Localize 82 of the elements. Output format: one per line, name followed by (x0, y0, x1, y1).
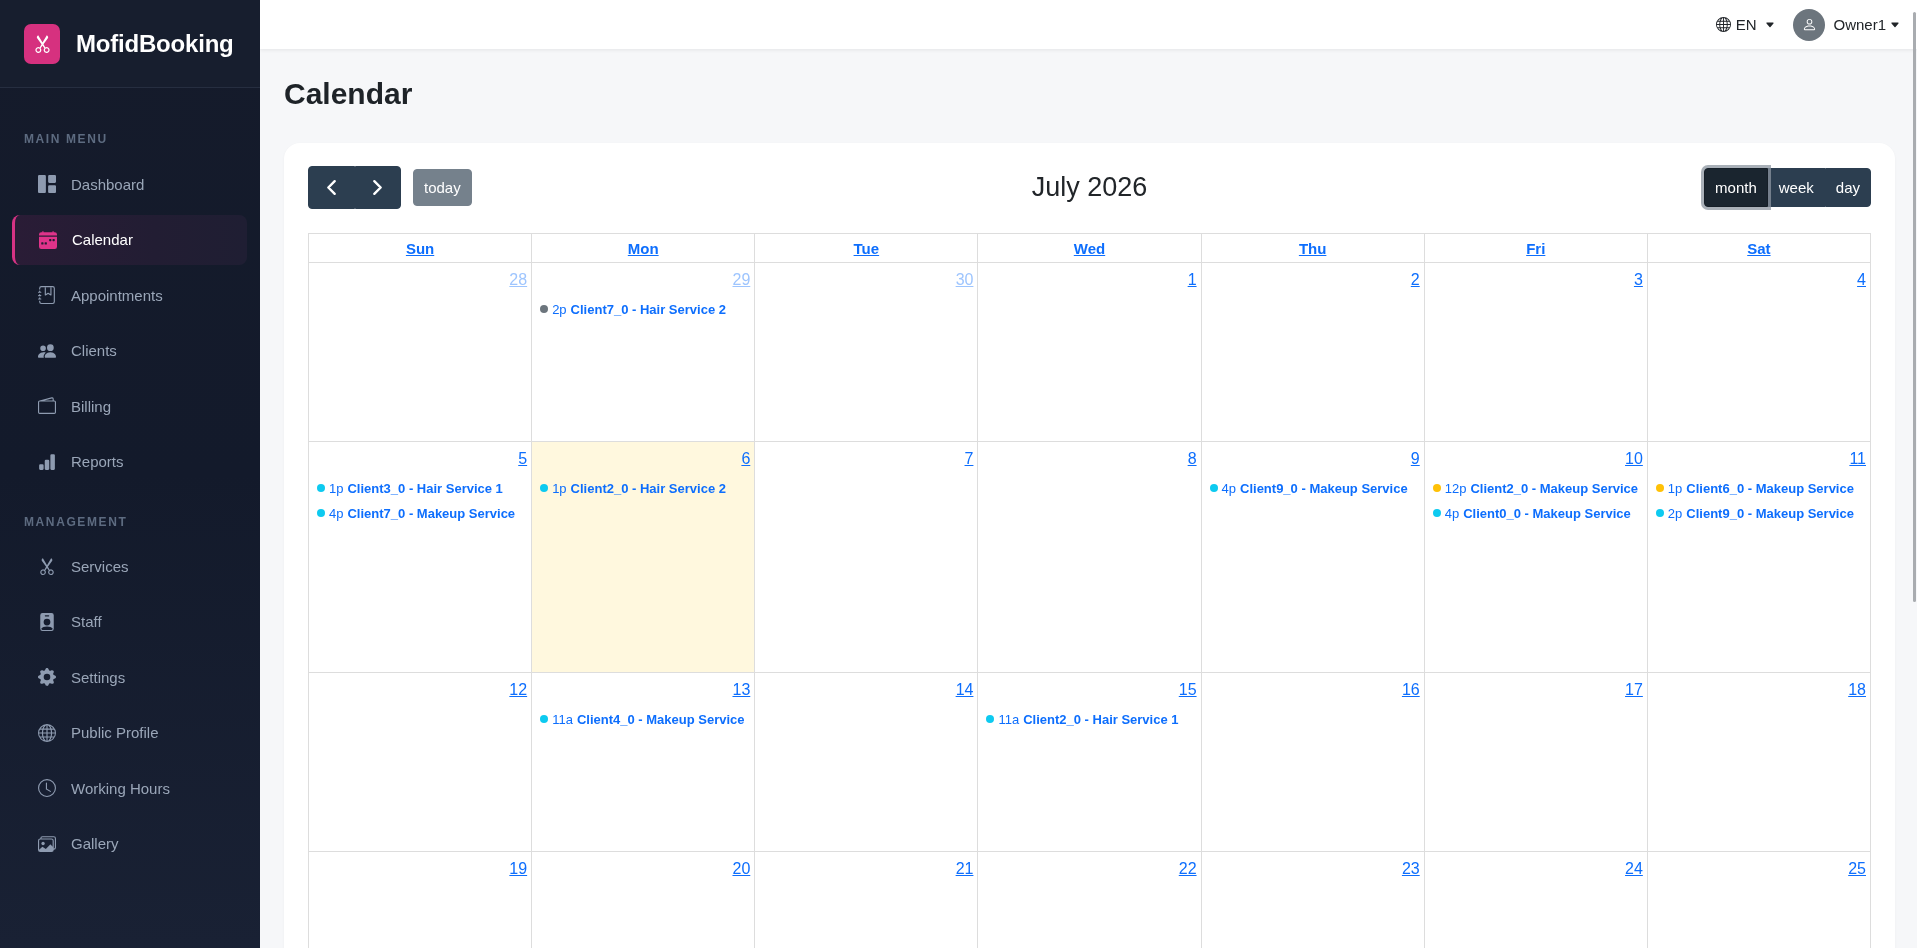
day-number-link[interactable]: 22 (1178, 860, 1197, 878)
calendar-event[interactable]: 1p Client6_0 - Makeup Service (1655, 477, 1854, 499)
calendar-event[interactable]: 2p Client7_0 - Hair Service 2 (540, 298, 726, 320)
day-number-link[interactable]: 13 (732, 681, 751, 699)
day-number-link[interactable]: 24 (1625, 860, 1643, 878)
day-number-link[interactable]: 3 (1633, 271, 1643, 289)
calendar-title: July 2026 (1031, 172, 1148, 203)
day-number-link[interactable]: 16 (1401, 681, 1420, 699)
day-number-link[interactable]: 4 (1857, 271, 1866, 289)
day-number-link[interactable]: 20 (732, 860, 751, 878)
previous-button[interactable] (308, 166, 355, 209)
id-badge-icon (38, 612, 56, 631)
brand-name: MofidBooking (76, 29, 234, 58)
user-avatar-icon (1793, 8, 1826, 41)
sidebar-item[interactable]: Calendar (12, 214, 247, 265)
globe-icon (38, 723, 56, 742)
day-number-link[interactable]: 19 (509, 860, 528, 878)
bar-chart-icon (38, 452, 56, 471)
sidebar-item[interactable]: Services (12, 541, 247, 591)
weekday-link[interactable]: Sat (1747, 239, 1771, 257)
wallet-icon (38, 397, 56, 415)
day-number-link[interactable]: 12 (509, 681, 528, 699)
calendar-event[interactable]: 12p Client2_0 - Makeup Service (1432, 477, 1639, 499)
sidebar-item[interactable]: Billing (12, 381, 247, 431)
sidebar-item[interactable]: Gallery (12, 818, 247, 869)
sidebar-item[interactable]: Clients (12, 325, 247, 376)
settings-icon (38, 668, 56, 686)
language-dropdown[interactable]: EN (1715, 16, 1776, 33)
calendar-event[interactable]: 11a Client4_0 - Makeup Service (540, 708, 745, 730)
notebook-icon (38, 286, 56, 304)
calendar-event[interactable]: 4p Client9_0 - Makeup Service (1209, 477, 1408, 499)
weekday-link[interactable]: Mon (627, 239, 659, 257)
day-number-link[interactable]: 7 (964, 450, 974, 468)
day-number-link[interactable]: 17 (1625, 681, 1643, 699)
scrollbar-thumb[interactable] (1913, 12, 1916, 602)
sidebar-item[interactable]: Settings (12, 652, 247, 702)
day-number-link[interactable]: 6 (741, 450, 751, 468)
calendar-event[interactable]: 11a Client2_0 - Hair Service 1 (986, 708, 1179, 730)
globe-icon (1715, 17, 1731, 32)
section-title: MANAGEMENT (23, 514, 129, 531)
calendar-event[interactable]: 1p Client2_0 - Hair Service 2 (540, 477, 726, 499)
images-icon (38, 834, 56, 853)
user-dropdown[interactable]: Owner1 (1793, 8, 1900, 41)
sidebar-item[interactable]: Appointments (12, 270, 247, 320)
grid-icon (38, 175, 56, 193)
page-title: Calendar (284, 76, 414, 112)
calendar-icon (39, 230, 57, 249)
day-number-link[interactable]: 21 (955, 860, 974, 878)
sidebar-item[interactable]: Reports (12, 436, 247, 487)
next-button[interactable] (354, 166, 401, 209)
sidebar-item[interactable]: Staff (12, 596, 247, 647)
people-icon (38, 341, 56, 360)
day-number-link[interactable]: 5 (518, 450, 528, 468)
weekday-link[interactable]: Sun (405, 239, 435, 257)
weekday-link[interactable]: Wed (1073, 239, 1106, 257)
calendar-event[interactable]: 2p Client9_0 - Makeup Service (1655, 502, 1854, 524)
day-number-link[interactable]: 23 (1401, 860, 1420, 878)
view-button[interactable]: month (1704, 168, 1768, 207)
weekday-link[interactable]: Thu (1298, 239, 1327, 257)
sidebar-item[interactable]: Working Hours (12, 763, 247, 813)
day-number-link[interactable]: 9 (1410, 450, 1420, 468)
day-number-link[interactable]: 25 (1848, 860, 1866, 878)
weekday-link[interactable]: Tue (853, 239, 880, 257)
scissors-icon (38, 557, 56, 575)
calendar-event[interactable]: 4p Client0_0 - Makeup Service (1432, 502, 1631, 524)
day-number-link[interactable]: 1 (1187, 271, 1197, 289)
day-number-link[interactable]: 10 (1625, 450, 1643, 468)
sidebar-item[interactable]: Public Profile (12, 707, 247, 758)
day-number-link[interactable]: 15 (1178, 681, 1197, 699)
calendar-event[interactable]: 4p Client7_0 - Makeup Service (317, 502, 516, 524)
clock-icon (38, 779, 56, 797)
section-title: MAIN MENU (23, 131, 109, 148)
day-number-link[interactable]: 14 (955, 681, 974, 699)
day-number-link[interactable]: 8 (1187, 450, 1197, 468)
calendar-event[interactable]: 1p Client3_0 - Hair Service 1 (317, 477, 503, 499)
day-number-link[interactable]: 11 (1849, 450, 1866, 468)
sidebar-item[interactable]: Dashboard (12, 159, 247, 209)
day-number-link[interactable]: 2 (1410, 271, 1420, 289)
weekday-link[interactable]: Fri (1526, 239, 1546, 257)
view-button[interactable]: day (1824, 168, 1871, 207)
day-number-link[interactable]: 18 (1848, 681, 1866, 699)
scissors-logo-icon (24, 23, 60, 64)
